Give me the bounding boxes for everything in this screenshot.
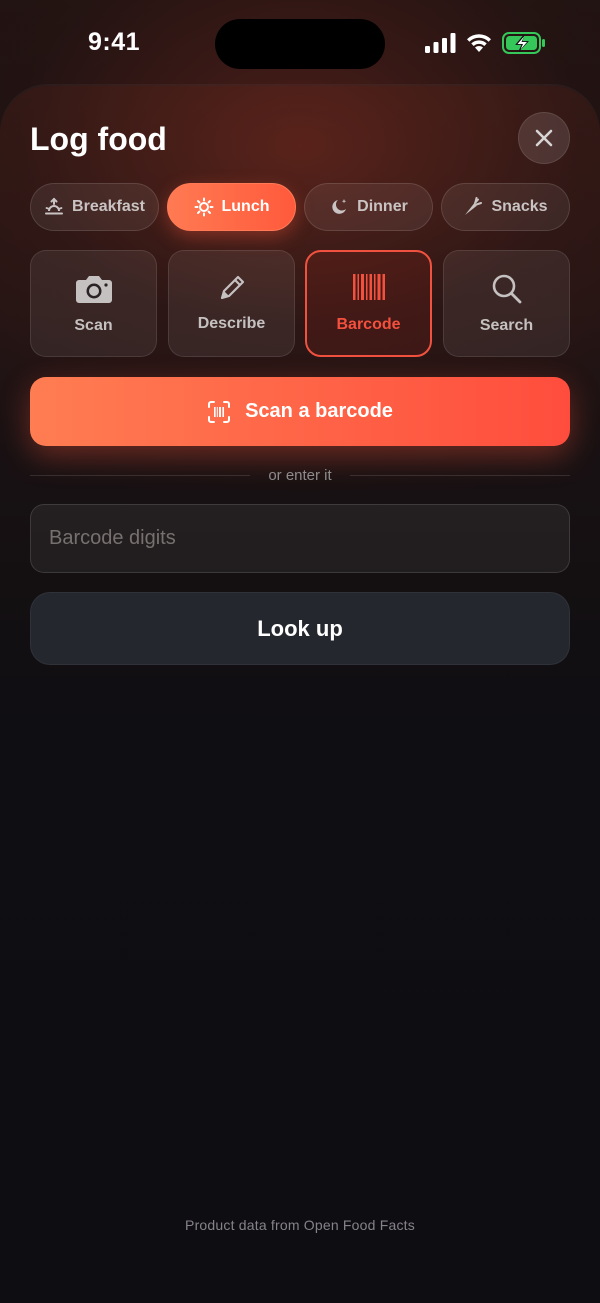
sheet-title: Log food (30, 121, 167, 157)
moon-stars-icon (329, 197, 349, 217)
log-food-screen: 9:41 Log food Breakfast Lunch Dinner Sna… (0, 0, 600, 1303)
sunrise-icon (44, 197, 64, 217)
pencil-icon (169, 273, 294, 305)
meal-chip-lunch[interactable]: Lunch (167, 183, 296, 231)
status-time: 9:41 (88, 28, 141, 56)
barcode-digits-input[interactable] (30, 504, 570, 573)
look-up-button[interactable]: Look up (30, 592, 570, 665)
scan-barcode-button[interactable]: Scan a barcode (30, 377, 570, 446)
meal-chip-snacks[interactable]: Snacks (441, 183, 570, 231)
or-divider: or enter it (30, 466, 570, 486)
barcode-viewfinder-icon (208, 400, 231, 423)
footer-attribution: Product data from Open Food Facts (185, 1217, 415, 1233)
tile-label: Scan (74, 317, 113, 334)
sun-icon (194, 197, 214, 217)
method-tile-scan[interactable]: Scan (30, 250, 157, 357)
meal-chip-label: Breakfast (72, 198, 145, 215)
cellular-signal-icon (425, 33, 456, 53)
battery-charging-icon (502, 32, 545, 54)
tile-label: Barcode (336, 316, 401, 333)
method-tile-search[interactable]: Search (443, 250, 570, 357)
barcode-icon (307, 274, 430, 306)
camera-icon (31, 273, 156, 305)
scan-barcode-label: Scan a barcode (245, 400, 393, 422)
meal-chip-label: Lunch (221, 198, 270, 215)
method-tile-describe[interactable]: Describe (168, 250, 295, 357)
carrot-icon (463, 197, 483, 217)
tile-label: Search (479, 317, 534, 334)
look-up-label: Look up (257, 615, 343, 641)
close-icon (535, 129, 553, 147)
tile-label: Describe (197, 315, 266, 332)
divider-text: or enter it (268, 467, 332, 484)
wifi-icon (467, 34, 491, 52)
meal-chip-label: Snacks (491, 198, 548, 215)
close-button[interactable] (518, 112, 570, 164)
search-icon (444, 273, 569, 305)
meal-chip-label: Dinner (357, 198, 408, 215)
meal-chip-breakfast[interactable]: Breakfast (30, 183, 159, 231)
status-bar: 9:41 (0, 0, 600, 86)
log-food-sheet: Log food Breakfast Lunch Dinner Snacks S… (0, 86, 600, 1303)
dynamic-island (215, 19, 385, 69)
meal-chip-dinner[interactable]: Dinner (304, 183, 433, 231)
method-tile-barcode[interactable]: Barcode (305, 250, 432, 357)
